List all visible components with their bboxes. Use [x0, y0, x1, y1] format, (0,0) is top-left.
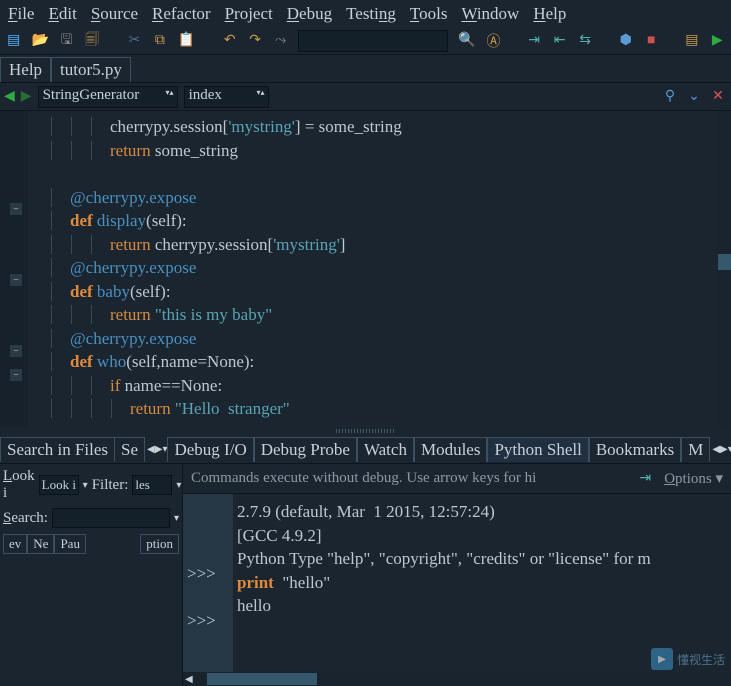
- pin-icon[interactable]: ⚲: [661, 88, 679, 106]
- tab-search[interactable]: Se: [114, 437, 145, 462]
- menu-source[interactable]: Source: [91, 4, 138, 24]
- tab-watch[interactable]: Watch: [357, 437, 414, 462]
- editor-vscroll[interactable]: [717, 111, 731, 426]
- search-label: Search:: [3, 510, 48, 527]
- fold-marker[interactable]: –: [10, 369, 22, 381]
- dedent-icon[interactable]: ⇤: [552, 32, 567, 50]
- doc-icon[interactable]: ▤: [684, 32, 699, 50]
- class-combo[interactable]: StringGenerator: [38, 86, 178, 108]
- stop-icon[interactable]: ■: [643, 32, 658, 50]
- cut-icon[interactable]: ✂: [127, 32, 142, 50]
- shell-action-icon[interactable]: ⇥: [636, 470, 654, 488]
- search-panel: Look i▾ Filter:▾ Search: ▾ ev Ne Pau pti…: [0, 464, 183, 686]
- tab-help[interactable]: Help: [0, 57, 51, 82]
- tab-debug-probe[interactable]: Debug Probe: [254, 437, 357, 462]
- tab-tutor5[interactable]: tutor5.py: [51, 57, 131, 82]
- scroll-thumb[interactable]: [718, 254, 731, 270]
- menu-tools[interactable]: Tools: [410, 4, 448, 24]
- menu-refactor[interactable]: Refactor: [152, 4, 211, 24]
- redo-icon[interactable]: ↷: [247, 32, 262, 50]
- next-button[interactable]: Ne: [27, 534, 54, 554]
- check-icon[interactable]: Ⓐ: [486, 32, 501, 50]
- save-all-icon[interactable]: 🗐: [84, 32, 99, 50]
- prompt-gutter: >>> >>>: [183, 494, 233, 672]
- save-icon[interactable]: 🖫: [59, 32, 74, 50]
- fold-marker[interactable]: –: [10, 274, 22, 286]
- open-icon[interactable]: 📂: [31, 32, 48, 50]
- menu-window[interactable]: Window: [461, 4, 519, 24]
- prev-button[interactable]: ev: [3, 534, 27, 554]
- bottom-tab-bar: Search in Files Se ◀▶ ▾ Debug I/O Debug …: [0, 436, 731, 464]
- method-combo[interactable]: index: [184, 86, 269, 108]
- menu-edit[interactable]: Edit: [48, 4, 76, 24]
- watermark: ▶ 懂视生活: [651, 648, 725, 670]
- file-tab-bar: Help tutor5.py: [0, 55, 731, 83]
- tab-bookmarks[interactable]: Bookmarks: [589, 437, 681, 462]
- shell-panel: Commands execute without debug. Use arro…: [183, 464, 731, 686]
- fold-marker[interactable]: –: [10, 345, 22, 357]
- shell-options[interactable]: Options ▾: [664, 469, 723, 488]
- run-icon[interactable]: ▶: [710, 32, 725, 50]
- menu-bar: File Edit Source Refactor Project Debug …: [0, 0, 731, 27]
- filter-input[interactable]: [132, 475, 172, 495]
- shell-output[interactable]: 2.7.9 (default, Mar 1 2015, 12:57:24) [G…: [233, 494, 731, 672]
- fold-marker[interactable]: –: [10, 203, 22, 215]
- undo-icon[interactable]: ↶: [222, 32, 237, 50]
- nav-fwd-icon[interactable]: ▶: [21, 88, 32, 105]
- indent-icon[interactable]: ⇥: [526, 32, 541, 50]
- h-splitter[interactable]: [0, 426, 731, 436]
- pause-button[interactable]: Pau: [54, 534, 86, 554]
- tab-debug-io[interactable]: Debug I/O: [167, 437, 253, 462]
- tab-left2-icon[interactable]: ◀: [712, 444, 720, 455]
- search-input[interactable]: [298, 30, 448, 52]
- nav-back-icon[interactable]: ◀: [4, 88, 15, 105]
- tab-right2-icon[interactable]: ▶: [720, 444, 728, 455]
- menu-debug[interactable]: Debug: [287, 4, 332, 24]
- menu-help[interactable]: Help: [533, 4, 566, 24]
- shell-hscroll[interactable]: ◀: [183, 672, 731, 686]
- nav-bar: ◀ ▶ StringGenerator index ⚲ ⌄ ✕: [0, 83, 731, 111]
- shell-hint: Commands execute without debug. Use arro…: [191, 470, 536, 487]
- comment-icon[interactable]: ⇆: [577, 32, 592, 50]
- goto-icon[interactable]: ⤳: [273, 32, 288, 50]
- search-icon[interactable]: 🔍: [458, 32, 475, 50]
- tab-left-icon[interactable]: ◀: [147, 444, 155, 455]
- filter-label: Filter:: [92, 477, 129, 494]
- copy-icon[interactable]: ⧉: [152, 32, 167, 50]
- lookin-input[interactable]: [39, 475, 79, 495]
- menu-project[interactable]: Project: [225, 4, 273, 24]
- tab-search-files[interactable]: Search in Files: [0, 437, 114, 462]
- search-text-input[interactable]: [52, 508, 170, 528]
- menu-testing[interactable]: Testing: [346, 4, 396, 24]
- python-icon[interactable]: ⬢: [618, 32, 633, 50]
- lookin-label: Look i: [3, 468, 35, 502]
- paste-icon[interactable]: 📋: [178, 32, 195, 50]
- hscroll-thumb[interactable]: [207, 673, 317, 685]
- new-file-icon[interactable]: ▤: [6, 32, 21, 50]
- editor: – – – – cherrypy.session['mystring'] = s…: [0, 111, 731, 426]
- close-icon[interactable]: ✕: [709, 88, 727, 106]
- toolbar: ▤ 📂 🖫 🗐 ✂ ⧉ 📋 ↶ ↷ ⤳ 🔍 Ⓐ ⇥ ⇤ ⇆ ⬢ ■ ▤ ▶: [0, 27, 731, 55]
- tab-more[interactable]: M: [681, 437, 710, 462]
- options-button[interactable]: ption: [140, 534, 179, 554]
- watermark-icon: ▶: [651, 648, 673, 670]
- tab-right-icon[interactable]: ▶: [155, 444, 163, 455]
- bottom-panels: Search in Files Se ◀▶ ▾ Debug I/O Debug …: [0, 436, 731, 686]
- tab-modules[interactable]: Modules: [414, 437, 488, 462]
- chevron-down-icon[interactable]: ⌄: [685, 88, 703, 106]
- code-area[interactable]: cherrypy.session['mystring'] = some_stri…: [28, 111, 731, 425]
- fold-gutter: – – – –: [0, 111, 28, 426]
- menu-file[interactable]: File: [8, 4, 34, 24]
- tab-python-shell[interactable]: Python Shell: [487, 437, 588, 462]
